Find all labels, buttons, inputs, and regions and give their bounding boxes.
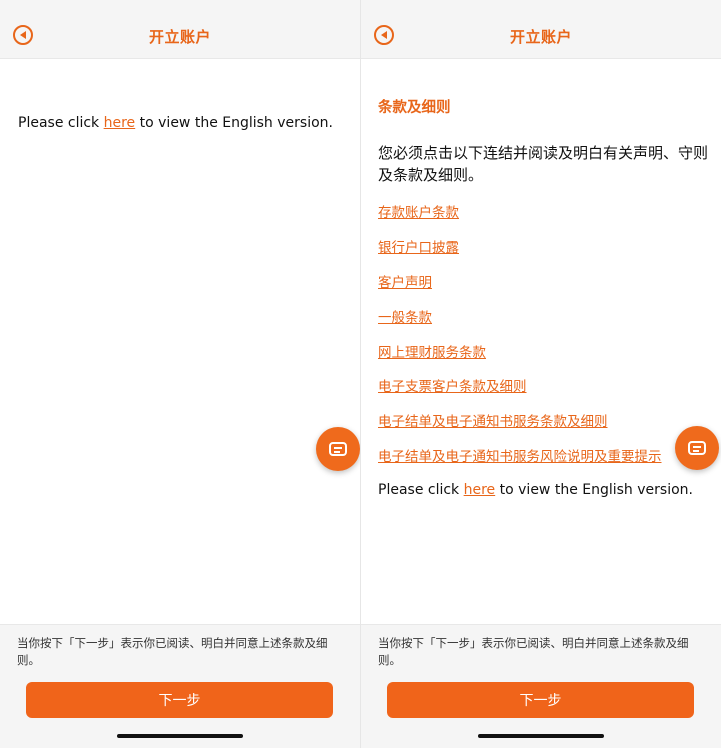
consent-text: 当你按下「下一步」表示你已阅读、明白并同意上述条款及细则。 [17,636,328,667]
header: 开立账户 [361,0,721,59]
english-version-line: Please click here to view the English ve… [18,115,333,131]
link-customer-declaration[interactable]: 客户声明 [378,271,432,291]
chat-button[interactable] [316,427,360,471]
chat-bubble-icon [329,442,347,456]
next-button[interactable]: 下一步 [387,682,694,718]
footer: 当你按下「下一步」表示你已阅读、明白并同意上述条款及细则。 下一步 [0,624,360,748]
english-version-link[interactable]: here [464,482,496,498]
consent-text: 当你按下「下一步」表示你已阅读、明白并同意上述条款及细则。 [378,636,689,667]
page-title: 开立账户 [509,28,572,46]
footer: 当你按下「下一步」表示你已阅读、明白并同意上述条款及细则。 下一步 [361,624,721,748]
chat-bubble-icon [688,441,706,455]
header: 开立账户 [0,0,360,59]
chat-button[interactable] [675,426,719,470]
home-indicator[interactable] [117,734,243,738]
link-e-cheque-terms[interactable]: 电子支票客户条款及细则 [378,375,527,395]
section-title: 条款及细则 [378,100,451,116]
home-indicator[interactable] [478,734,604,738]
link-bank-account-disclosure[interactable]: 银行户口披露 [378,236,459,256]
right-screen: 开立账户 条款及细则 您必须点击以下连结并阅读及明白有关声明、守则及条款及细则。… [361,0,721,748]
link-general-terms[interactable]: 一般条款 [378,306,432,326]
app-comparison: 开立账户 Please click here to view the Engli… [0,0,725,748]
next-button[interactable]: 下一步 [26,682,333,718]
english-version-line: Please click here to view the English ve… [378,482,693,498]
link-e-statement-terms[interactable]: 电子结单及电子通知书服务条款及细则 [378,410,608,430]
link-deposit-account-terms[interactable]: 存款账户条款 [378,201,459,221]
left-screen: 开立账户 Please click here to view the Engli… [0,0,360,748]
link-e-statement-risk-notice[interactable]: 电子结单及电子通知书服务风险说明及重要提示 [378,445,662,465]
intro-text: 您必须点击以下连结并阅读及明白有关声明、守则及条款及细则。 [378,144,709,184]
english-version-link[interactable]: here [104,115,136,131]
page-title: 开立账户 [148,28,211,46]
link-online-banking-terms[interactable]: 网上理财服务条款 [378,341,486,361]
